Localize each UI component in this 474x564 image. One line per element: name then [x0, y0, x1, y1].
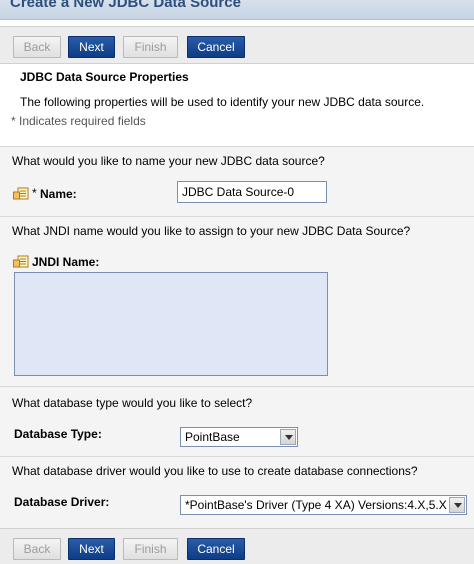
- help-doc-icon: [13, 255, 29, 268]
- database-driver-label: Database Driver:: [14, 495, 110, 509]
- name-row: What would you like to name your new JDB…: [0, 146, 474, 216]
- section-title: JDBC Data Source Properties: [20, 70, 189, 84]
- chevron-down-icon[interactable]: [449, 497, 465, 513]
- cancel-button[interactable]: Cancel: [187, 538, 245, 560]
- database-driver-row: What database driver would you like to u…: [0, 456, 474, 528]
- database-type-value: PointBase: [185, 430, 240, 444]
- section-description: The following properties will be used to…: [20, 95, 425, 109]
- required-marker: *: [32, 186, 37, 200]
- database-driver-question: What database driver would you like to u…: [12, 464, 418, 478]
- database-type-row: What database type would you like to sel…: [0, 386, 474, 456]
- name-question: What would you like to name your new JDB…: [12, 154, 325, 168]
- next-button[interactable]: Next: [68, 538, 115, 560]
- page-title: Create a New JDBC Data Source: [10, 0, 241, 11]
- bottom-button-bar: Back Next Finish Cancel: [0, 528, 474, 564]
- jndi-question: What JNDI name would you like to assign …: [12, 224, 411, 238]
- database-driver-value: *PointBase's Driver (Type 4 XA) Versions…: [185, 498, 447, 512]
- database-type-select[interactable]: PointBase: [180, 427, 298, 447]
- chevron-down-icon[interactable]: [280, 429, 296, 445]
- database-type-label: Database Type:: [14, 427, 102, 441]
- top-button-bar: Back Next Finish Cancel: [0, 26, 474, 64]
- page-header: Create a New JDBC Data Source: [0, 0, 474, 20]
- database-driver-select[interactable]: *PointBase's Driver (Type 4 XA) Versions…: [180, 495, 467, 515]
- back-button[interactable]: Back: [13, 36, 61, 58]
- jndi-row: What JNDI name would you like to assign …: [0, 216, 474, 386]
- jndi-label: JNDI Name:: [32, 255, 100, 269]
- next-button[interactable]: Next: [68, 36, 115, 58]
- help-doc-icon: [13, 187, 29, 200]
- back-button[interactable]: Back: [13, 538, 61, 560]
- jndi-name-textarea[interactable]: [14, 272, 328, 376]
- finish-button[interactable]: Finish: [123, 538, 178, 560]
- cancel-button[interactable]: Cancel: [187, 36, 245, 58]
- required-fields-note: * Indicates required fields: [11, 114, 146, 128]
- name-input[interactable]: JDBC Data Source-0: [177, 181, 327, 203]
- name-label: Name:: [40, 187, 77, 201]
- database-type-question: What database type would you like to sel…: [12, 396, 253, 410]
- finish-button[interactable]: Finish: [123, 36, 178, 58]
